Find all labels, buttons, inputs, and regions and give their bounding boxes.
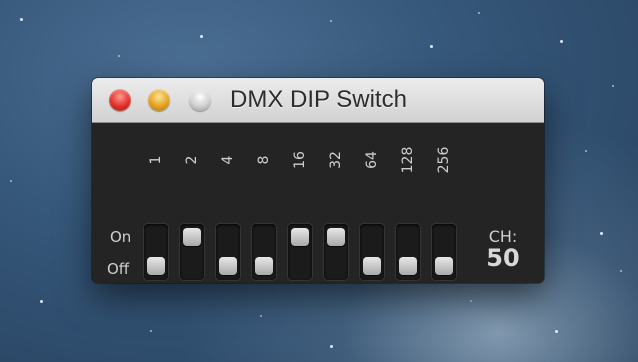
minimize-button[interactable] (148, 89, 170, 111)
background-star (200, 35, 203, 38)
dip-switch-4[interactable] (252, 224, 276, 280)
background-star (585, 150, 587, 152)
dip-switch-1[interactable] (144, 224, 168, 280)
switch-weight-label: 128 (400, 146, 416, 174)
background-star (478, 12, 480, 14)
on-label: On (110, 228, 132, 246)
background-star (620, 270, 622, 272)
switch-knob[interactable] (219, 257, 237, 275)
switch-knob[interactable] (363, 257, 381, 275)
switch-knob[interactable] (435, 257, 453, 275)
switch-weight-label: 64 (364, 151, 380, 169)
background-star (118, 55, 120, 57)
background-star (560, 40, 563, 43)
background-star (330, 345, 333, 348)
switch-weight-label: 256 (436, 146, 452, 174)
dip-switch-2[interactable] (180, 224, 204, 280)
dip-switch-8[interactable] (396, 224, 420, 280)
background-star (555, 330, 558, 333)
switch-weight-label: 1 (148, 155, 164, 165)
switch-weight-label: 32 (328, 151, 344, 169)
channel-value: 50 (486, 244, 520, 272)
dmx-dip-switch-window: DMX DIP Switch On Off 112243841653266471… (92, 78, 544, 283)
switch-knob[interactable] (183, 228, 201, 246)
switch-knob[interactable] (147, 257, 165, 275)
dip-switch-9[interactable] (432, 224, 456, 280)
switch-weight-label: 4 (220, 155, 236, 165)
background-star (150, 330, 152, 332)
switch-knob[interactable] (255, 257, 273, 275)
title-bar[interactable]: DMX DIP Switch (92, 78, 544, 123)
switch-knob[interactable] (291, 228, 309, 246)
background-star (430, 45, 433, 48)
background-star (470, 300, 472, 302)
dip-switch-5[interactable] (288, 224, 312, 280)
dip-switch-7[interactable] (360, 224, 384, 280)
dip-switch-panel: On Off 1122438416532664712882569 CH: 50 (92, 123, 544, 283)
zoom-button[interactable] (189, 89, 211, 111)
background-star (612, 85, 614, 87)
switch-weight-label: 8 (256, 155, 272, 165)
background-star (20, 18, 23, 21)
switch-weight-label: 2 (184, 155, 200, 165)
switch-knob[interactable] (399, 257, 417, 275)
background-star (260, 315, 262, 317)
close-button[interactable] (109, 89, 131, 111)
off-label: Off (107, 260, 130, 278)
background-star (40, 300, 43, 303)
dip-switch-3[interactable] (216, 224, 240, 280)
window-title: DMX DIP Switch (230, 86, 407, 113)
background-star (600, 232, 603, 235)
background-star (10, 180, 12, 182)
dip-switch-6[interactable] (324, 224, 348, 280)
switch-weight-label: 16 (292, 151, 308, 169)
background-star (330, 20, 332, 22)
switch-knob[interactable] (327, 228, 345, 246)
